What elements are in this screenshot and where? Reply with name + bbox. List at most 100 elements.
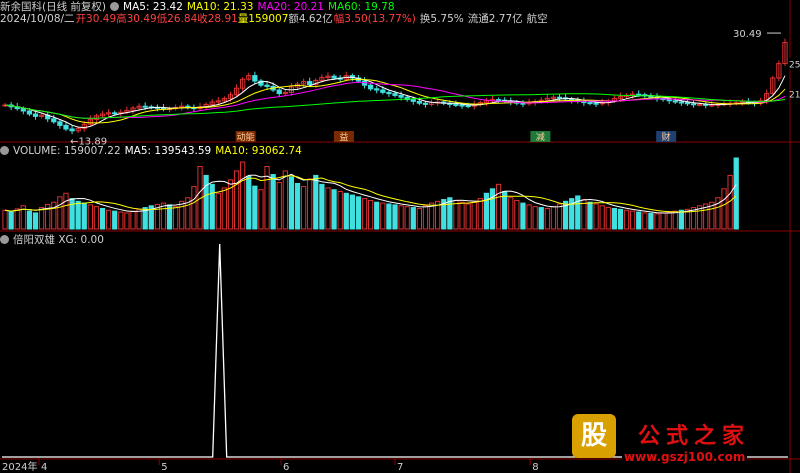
- volume-bar: [57, 196, 63, 230]
- volume-bar: [191, 186, 197, 230]
- volume-bar: [666, 211, 672, 230]
- volume-bar: [587, 201, 593, 230]
- candle-body: [556, 96, 563, 99]
- volume-bar: [477, 198, 483, 230]
- quote-turnover: 换5.75%: [419, 13, 464, 25]
- candle-body: [416, 100, 423, 104]
- volume-bar: [629, 210, 636, 230]
- volume-bar: [654, 213, 660, 230]
- volume-bar: [288, 176, 295, 230]
- volume-bar: [623, 209, 630, 230]
- candle-body: [264, 84, 270, 87]
- volume-bar: [14, 208, 20, 230]
- volume-bar: [514, 199, 520, 230]
- quote-high: 高30.49: [116, 13, 157, 25]
- volume-bar: [386, 203, 392, 230]
- volume-bar: [173, 206, 179, 230]
- volume-bar: [63, 192, 69, 230]
- ma-toggle-icon[interactable]: [110, 2, 120, 11]
- indicator-toggle-icon[interactable]: [0, 235, 9, 244]
- volume-bar: [331, 189, 337, 230]
- volume-bar: [51, 201, 57, 230]
- volume-bar: [416, 207, 423, 230]
- volume-bar: [508, 197, 514, 230]
- candle-body: [709, 104, 715, 107]
- volume-bar: [215, 192, 221, 230]
- volume-bar: [38, 207, 45, 230]
- volume-bar: [313, 174, 319, 230]
- candle-body: [57, 121, 63, 126]
- volume-bar: [2, 209, 8, 230]
- volume-bar: [367, 199, 374, 230]
- volume-bar: [258, 189, 264, 230]
- candle-body: [684, 102, 691, 105]
- candle-body: [666, 99, 672, 102]
- candle-body: [367, 84, 374, 90]
- candle-body: [453, 103, 459, 106]
- volume-bar: [75, 200, 81, 230]
- candle-body: [697, 103, 703, 106]
- volume-bar: [124, 212, 130, 230]
- volume-bar: [520, 202, 526, 230]
- volume-ma10-line: [4, 175, 737, 213]
- candle-body: [636, 93, 642, 96]
- candle-body: [380, 89, 386, 93]
- right-mark-label: 25: [789, 61, 800, 71]
- candle-body: [520, 102, 526, 105]
- time-tick-label: 4: [41, 462, 47, 473]
- time-axis: 2024年 4 5 6 7 8: [2, 459, 539, 473]
- candle-body: [307, 81, 313, 86]
- indicator-header: 倍阳双雄 XG: 0.00: [0, 233, 108, 247]
- volume-toggle-icon[interactable]: [0, 146, 9, 155]
- quote-float-cap: 流通2.77亿: [467, 13, 523, 25]
- candle-body: [392, 93, 398, 96]
- volume-bar: [532, 206, 538, 230]
- volume-bar: [209, 183, 215, 230]
- volume-bar: [404, 206, 410, 230]
- candle-body: [398, 94, 404, 98]
- time-tick-label: 6: [283, 462, 289, 473]
- volume-bar: [374, 201, 380, 230]
- volume-bar: [398, 205, 404, 230]
- volume-bar: [270, 174, 276, 230]
- volume-bar: [8, 211, 14, 230]
- volume-bar: [282, 170, 288, 230]
- volume-bar: [660, 212, 666, 230]
- volume-ma10-label: MA10: 93062.74: [215, 145, 302, 157]
- volume-bar: [556, 203, 563, 230]
- volume-bar: [221, 187, 228, 230]
- volume-bar: [380, 202, 386, 230]
- volume-bar: [294, 182, 301, 230]
- volume-bar: [179, 200, 185, 230]
- volume-bar: [544, 207, 550, 230]
- quote-line: 2024/10/08/二开30.49高30.49低26.84收28.91量159…: [0, 12, 552, 26]
- volume-bar: [465, 203, 471, 230]
- candle-body: [678, 101, 685, 104]
- volume-bar: [93, 206, 100, 230]
- logo-url: www.gszj100.com: [622, 450, 748, 464]
- volume-bar: [343, 192, 349, 230]
- candle-body: [112, 112, 118, 115]
- volume-bar: [453, 199, 459, 230]
- volume-bar: [300, 186, 307, 230]
- event-marker-label: 动能: [237, 131, 255, 143]
- quote-change: 幅3.50(13.77%): [333, 13, 416, 25]
- volume-bar: [648, 212, 654, 230]
- volume-bar: [105, 209, 112, 230]
- volume-panel: [2, 157, 739, 230]
- volume-bar: [136, 208, 142, 230]
- candle-body: [690, 103, 697, 106]
- volume-bar: [233, 170, 240, 230]
- event-marker-label: 减: [536, 131, 545, 143]
- logo-icon: 股: [572, 414, 616, 458]
- volume-header: VOLUME: 159007.22 MA5: 139543.59 MA10: 930…: [0, 144, 306, 158]
- candle-body: [587, 102, 593, 105]
- volume-bar: [593, 203, 599, 230]
- volume-bar: [325, 187, 331, 230]
- quote-sector: 航空: [526, 13, 548, 25]
- volume-bar: [252, 185, 258, 230]
- time-tick-label: 7: [397, 462, 403, 473]
- volume-bar: [611, 207, 617, 230]
- logo-title: 公式之家: [638, 423, 751, 449]
- volume-bar: [276, 182, 282, 230]
